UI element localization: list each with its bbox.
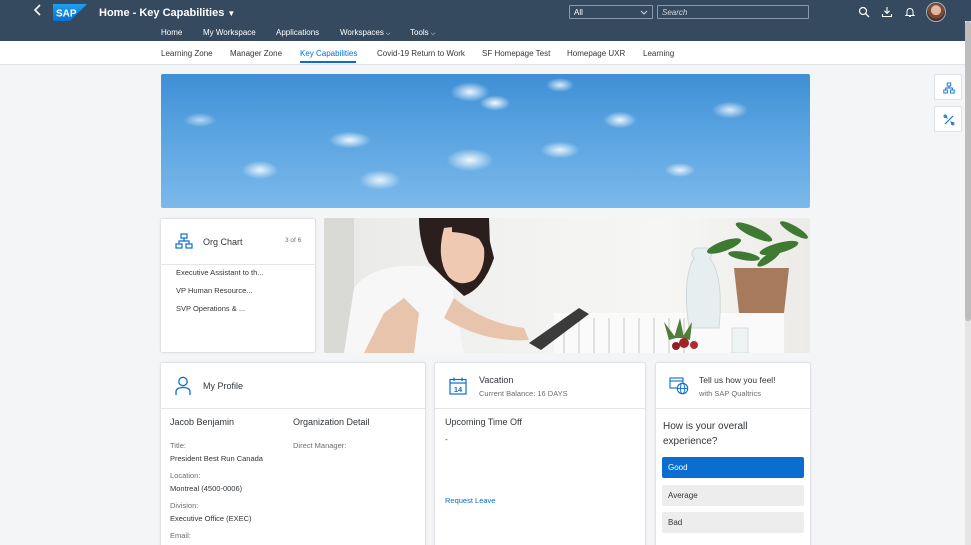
svg-text:SAP: SAP [56, 9, 77, 20]
org-chart-card[interactable]: Org Chart 3 of 6 Executive Assistant to … [160, 218, 316, 353]
title-value: President Best Run Canada [170, 454, 263, 463]
org-chart-side-button[interactable] [934, 74, 962, 100]
nav-workspaces-label: Workspaces [340, 28, 384, 37]
calendar-icon: 14 [449, 377, 467, 395]
feedback-globe-icon [669, 377, 689, 395]
survey-option-bad[interactable]: Bad [662, 512, 804, 533]
vacation-title: Vacation [479, 375, 514, 385]
page-scrollbar[interactable] [965, 21, 971, 545]
download-icon[interactable] [881, 6, 893, 18]
survey-question-line-1: How is your overall [663, 421, 748, 432]
nav-home[interactable]: Home [161, 28, 182, 37]
search-input[interactable] [657, 5, 809, 19]
shell-title-text: Home - Key Capabilities [99, 7, 225, 19]
hero-photo-woman-tablet [324, 218, 810, 353]
chevron-down-icon: ⌵ [430, 31, 436, 37]
hero-photo-illustration [324, 218, 808, 353]
email-label: Email: [170, 531, 191, 540]
title-label: Title: [170, 441, 186, 450]
division-label: Division: [170, 501, 199, 510]
bell-icon[interactable] [904, 6, 916, 18]
nav-tools[interactable]: Tools ⌵ [410, 28, 435, 38]
tab-key-capabilities[interactable]: Key Capabilities [300, 49, 357, 58]
org-chart-icon [943, 82, 955, 94]
my-profile-card[interactable]: My Profile Jacob Benjamin Organization D… [160, 362, 426, 545]
sap-logo[interactable]: SAP [53, 4, 87, 21]
tab-manager-zone[interactable]: Manager Zone [230, 49, 282, 58]
chevron-down-icon: ⌵ [385, 31, 391, 37]
tab-covid-return[interactable]: Covid-19 Return to Work [377, 49, 465, 58]
request-leave-link[interactable]: Request Leave [445, 496, 495, 505]
nav-tools-label: Tools [410, 28, 429, 37]
location-value: Montreal (4500-0006) [170, 484, 243, 493]
survey-question-line-2: experience? [663, 436, 718, 447]
direct-manager-label: Direct Manager: [293, 441, 347, 450]
survey-title: Tell us how you feel! [699, 375, 776, 385]
nav-my-workspace[interactable]: My Workspace [203, 28, 256, 37]
upcoming-time-off-heading: Upcoming Time Off [445, 417, 522, 427]
survey-option-good[interactable]: Good [662, 457, 804, 478]
active-tab-indicator [300, 61, 356, 63]
tab-sf-homepage-test[interactable]: SF Homepage Test [482, 49, 550, 58]
caret-down-icon: ▼ [227, 9, 236, 18]
vacation-balance: Current Balance: 16 DAYS [479, 389, 568, 398]
vacation-card[interactable]: 14 Vacation Current Balance: 16 DAYS Upc… [434, 362, 646, 545]
person-icon [175, 376, 191, 395]
location-label: Location: [170, 471, 201, 480]
user-avatar[interactable] [926, 2, 946, 22]
shell-header: SAP Home - Key Capabilities ▼ Home My Wor… [0, 0, 971, 41]
chevron-left-icon [33, 4, 41, 16]
tools-side-button[interactable] [934, 106, 962, 132]
profile-card-title: My Profile [203, 381, 244, 391]
tab-learning[interactable]: Learning [643, 49, 674, 58]
shell-title[interactable]: Home - Key Capabilities ▼ [99, 7, 235, 19]
profile-name: Jacob Benjamin [170, 417, 235, 427]
profile-card-header [161, 363, 425, 409]
survey-option-average[interactable]: Average [662, 485, 804, 506]
tab-homepage-uxr[interactable]: Homepage UXR [567, 49, 625, 58]
back-button[interactable] [30, 4, 46, 20]
upcoming-time-off-value: - [445, 435, 448, 444]
organization-detail-heading: Organization Detail [293, 417, 370, 427]
org-chart-item[interactable]: SVP Operations & ... [176, 304, 245, 313]
search-icon[interactable] [858, 6, 870, 18]
scrollbar-thumb[interactable] [965, 21, 971, 321]
search-scope-select[interactable]: All [569, 5, 653, 19]
hero-banner-sky [161, 74, 810, 208]
svg-text:14: 14 [454, 385, 463, 394]
search-scope-value: All [574, 8, 583, 17]
org-chart-icon [175, 233, 193, 249]
division-value: Executive Office (EXEC) [170, 514, 252, 523]
tab-learning-zone[interactable]: Learning Zone [161, 49, 213, 58]
nav-workspaces[interactable]: Workspaces ⌵ [340, 28, 390, 38]
tab-bar: Learning Zone Manager Zone Key Capabilit… [0, 41, 971, 65]
org-chart-pager: 3 of 6 [285, 237, 302, 244]
survey-subtitle: with SAP Qualtrics [699, 389, 761, 398]
nav-applications[interactable]: Applications [276, 28, 319, 37]
org-chart-item[interactable]: Executive Assistant to th... [176, 268, 264, 277]
org-chart-item[interactable]: VP Human Resource... [176, 286, 253, 295]
org-chart-title: Org Chart [203, 237, 243, 247]
tools-icon [943, 114, 955, 126]
chevron-down-icon [640, 10, 648, 15]
